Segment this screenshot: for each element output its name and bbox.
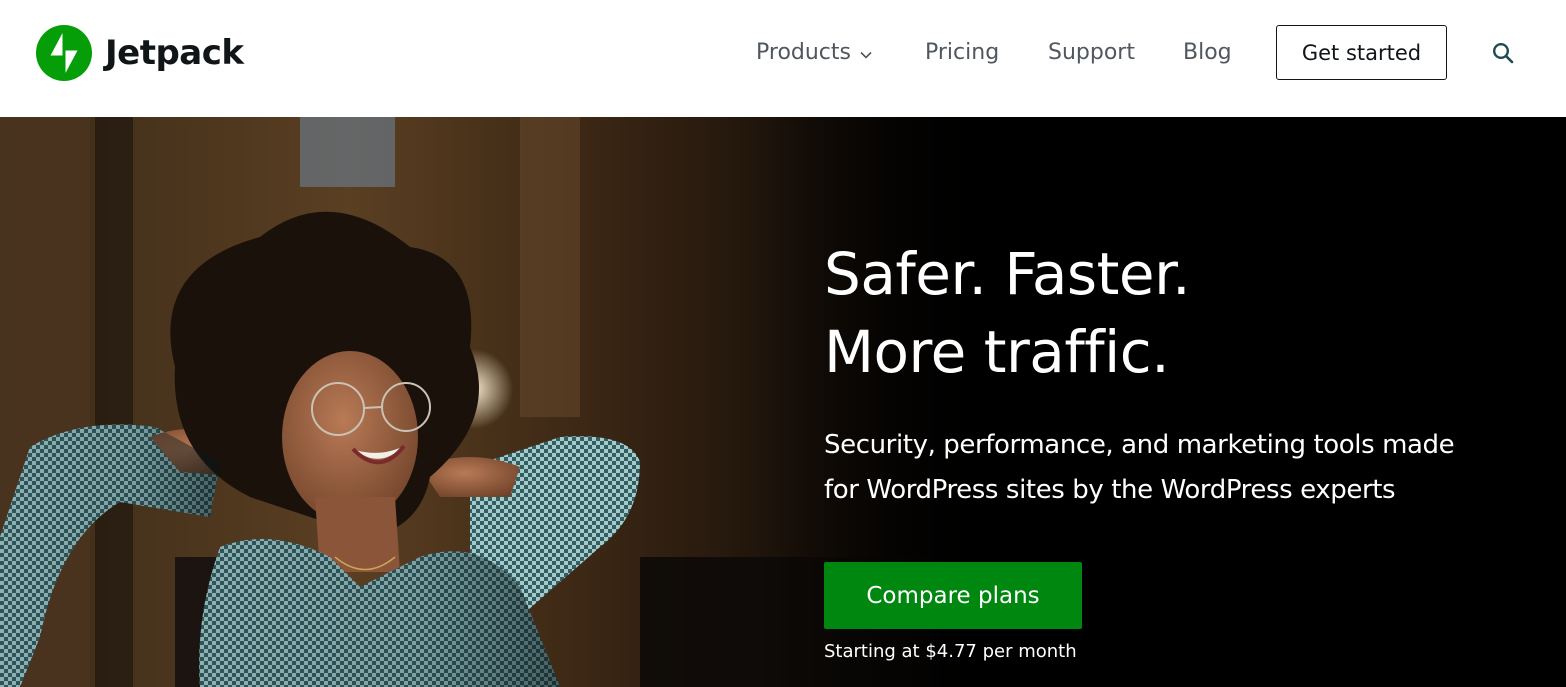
headline-line: Safer. Faster. [824,240,1191,308]
nav-item-label: Blog [1183,40,1232,65]
site-header: Jetpack Products Pricing Support Blog Ge… [0,0,1566,117]
nav-item-products[interactable]: Products [756,25,873,80]
nav-item-label: Products [756,40,851,65]
subhead-line: Security, performance, and marketing too… [824,430,1455,460]
hero-subhead: Security, performance, and marketing too… [824,423,1544,513]
search-icon [1492,42,1514,64]
hero-headline: Safer. Faster. More traffic. [824,235,1191,391]
get-started-button[interactable]: Get started [1276,25,1447,80]
starting-price-note: Starting at $4.77 per month [824,641,1077,662]
chevron-down-icon [860,51,872,59]
nav-item-support[interactable]: Support [1048,25,1135,80]
hero-copy: Safer. Faster. More traffic. Security, p… [824,117,1544,687]
nav-item-label: Support [1048,40,1135,65]
hero-section: Safer. Faster. More traffic. Security, p… [0,117,1566,687]
subhead-line: for WordPress sites by the WordPress exp… [824,475,1396,505]
nav-item-blog[interactable]: Blog [1183,25,1232,80]
search-button[interactable] [1488,38,1518,68]
main-nav: Products Pricing Support Blog Get starte… [0,25,1566,80]
nav-item-label: Pricing [925,40,1000,65]
nav-item-pricing[interactable]: Pricing [925,25,999,80]
headline-line: More traffic. [824,318,1170,386]
compare-plans-button[interactable]: Compare plans [824,562,1082,629]
